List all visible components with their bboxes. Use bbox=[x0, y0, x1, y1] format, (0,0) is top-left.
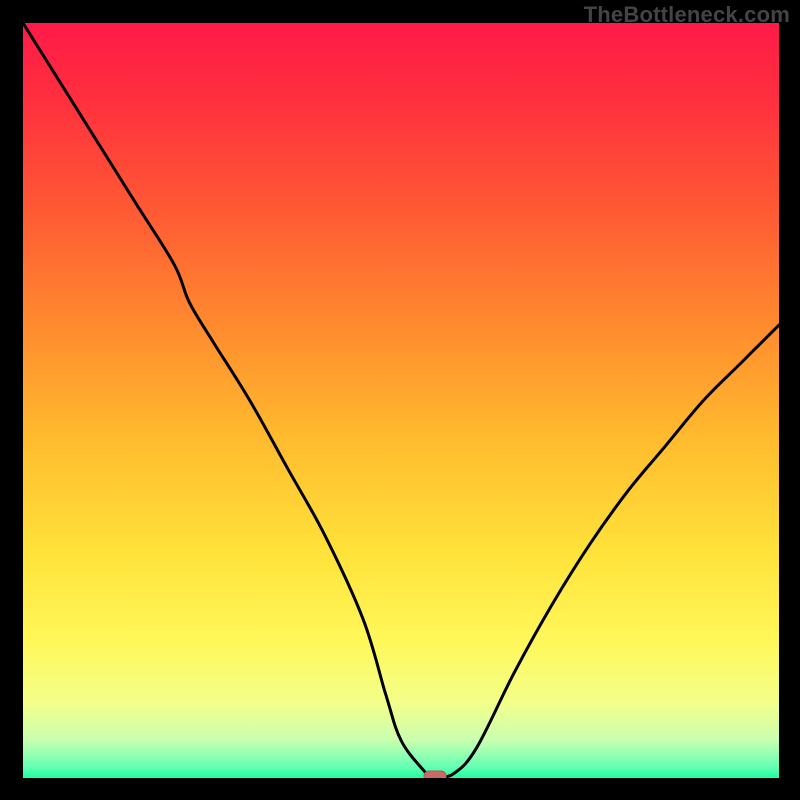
gradient-background bbox=[23, 23, 779, 778]
plot-area bbox=[23, 23, 779, 778]
chart-frame: TheBottleneck.com bbox=[0, 0, 800, 800]
watermark-text: TheBottleneck.com bbox=[584, 2, 790, 28]
bottleneck-chart bbox=[23, 23, 779, 778]
optimal-point-marker bbox=[424, 771, 446, 778]
